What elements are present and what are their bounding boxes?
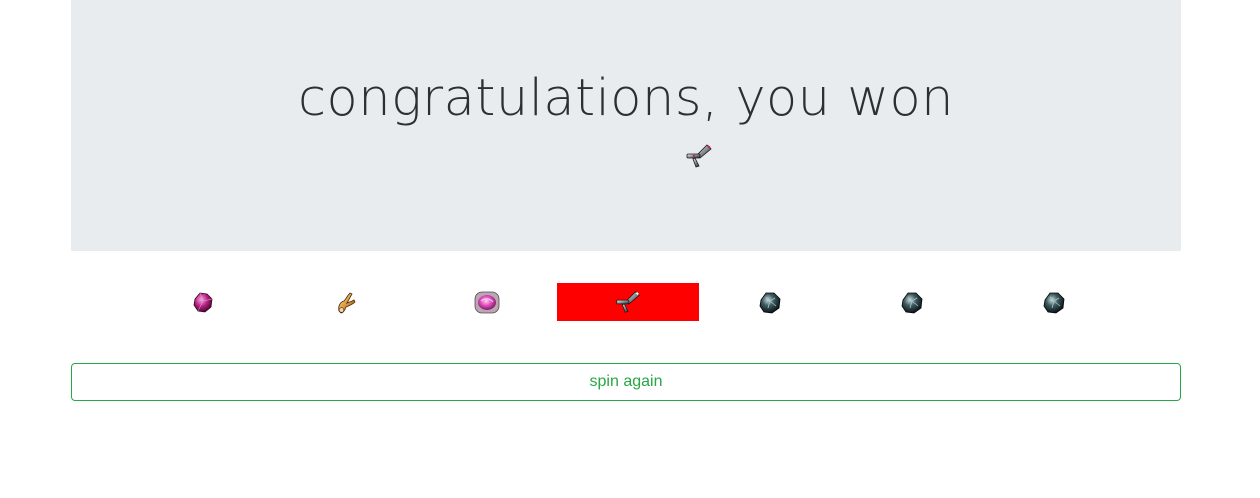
reel-slot (699, 283, 841, 321)
reel-slot (132, 283, 274, 321)
spin-again-button[interactable]: spin again (71, 363, 1181, 401)
result-banner: congratulations, you won (71, 0, 1181, 251)
dark-fossil-icon (901, 292, 923, 314)
result-title: congratulations, you won (298, 69, 954, 128)
reel-slot (841, 283, 983, 321)
pink-orb-icon (474, 291, 500, 314)
currency-injector-icon (616, 291, 640, 313)
reel-slot-selected (557, 283, 699, 321)
reel-slot (983, 283, 1125, 321)
reel-slot (274, 283, 416, 321)
magenta-crystal-icon (193, 292, 213, 313)
reel-slot (416, 283, 558, 321)
won-item-icon (683, 140, 715, 172)
dark-fossil-icon (1043, 292, 1065, 314)
golden-claw-icon (338, 292, 356, 314)
slot-reel (0, 283, 1260, 321)
dark-fossil-icon (759, 292, 781, 314)
